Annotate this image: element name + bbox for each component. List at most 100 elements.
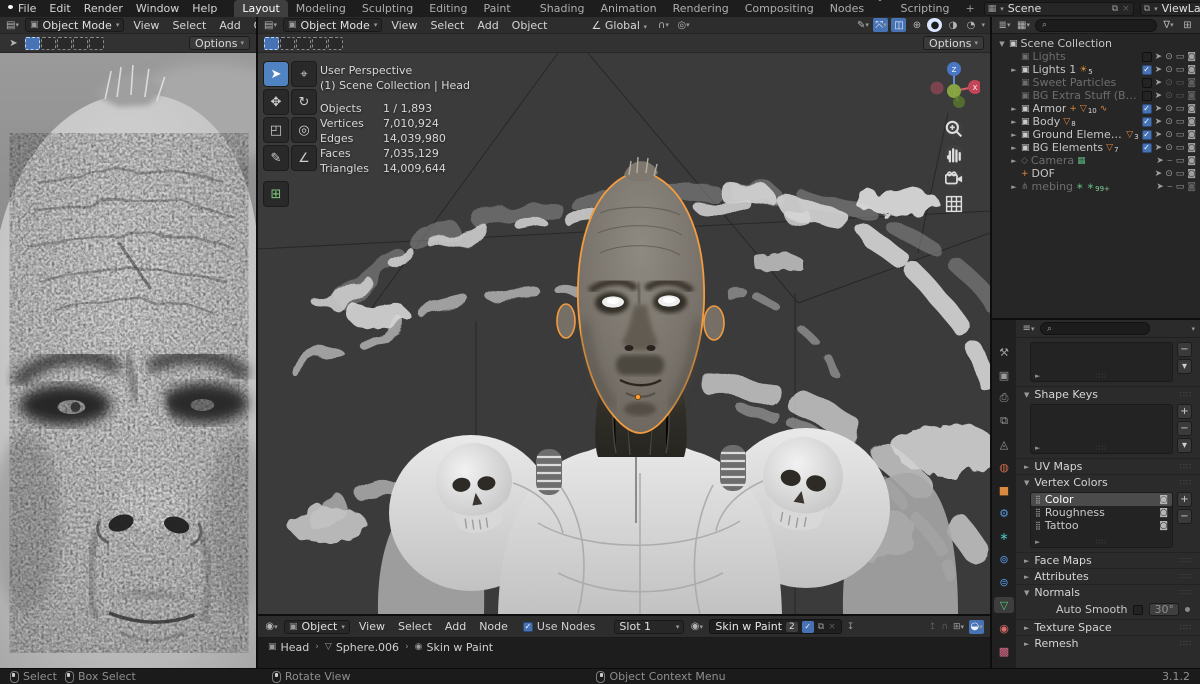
selectable-icon[interactable]: ➤ — [1156, 182, 1164, 192]
tab-material[interactable]: ◉ — [994, 620, 1014, 636]
disable-render-icon[interactable]: ◙ — [1187, 104, 1196, 114]
hide-eye-icon[interactable]: ⊙ — [1165, 117, 1173, 127]
tab-texture-paint[interactable]: Texture Paint — [476, 0, 532, 17]
select-mode-invert[interactable] — [312, 37, 327, 50]
outliner-row-camera[interactable]: ►◇Camera ▦ ➤⌣▭◙ — [992, 154, 1200, 167]
disable-render-icon[interactable]: ◙ — [1187, 143, 1196, 153]
tool-select-box[interactable]: ➤ — [263, 61, 289, 87]
new-material-icon[interactable]: ⧉ — [818, 622, 824, 632]
disable-viewport-icon[interactable]: ▭ — [1176, 130, 1185, 140]
specials-menu-button[interactable]: ▾ — [1177, 359, 1192, 374]
outliner-row-body[interactable]: ►▣Body ▽8 ✓➤⊙▭◙ — [992, 115, 1200, 128]
editor-type-icon[interactable]: ≣▾ — [997, 18, 1012, 32]
menu-help[interactable]: Help — [186, 2, 223, 15]
toggle-perspective-button[interactable] — [945, 195, 963, 213]
exclude-checkbox[interactable]: ✓ — [1142, 143, 1152, 153]
properties-search-input[interactable]: ⌕ — [1040, 322, 1150, 335]
tab-scripting[interactable]: Scripting — [893, 0, 958, 17]
main-menu-view[interactable]: View — [387, 19, 421, 32]
disable-render-icon[interactable]: ◙ — [1187, 182, 1196, 192]
shader-menu-view[interactable]: View — [355, 620, 389, 633]
slot-dropdown[interactable]: Slot 1▾ — [614, 620, 684, 634]
exclude-checkbox[interactable]: ✓ — [1142, 65, 1152, 75]
main-menu-select[interactable]: Select — [426, 19, 468, 32]
exclude-checkbox[interactable]: ✓ — [1142, 117, 1152, 127]
viewlayer-selector[interactable]: ⧉▾ ViewLayer ⧉ × — [1140, 2, 1200, 16]
tab-uv-editing[interactable]: UV Editing — [421, 0, 475, 17]
selectable-icon[interactable]: ➤ — [1155, 130, 1163, 140]
selectable-icon[interactable]: ➤ — [1155, 143, 1163, 153]
new-scene-icon[interactable]: ⧉ — [1112, 4, 1118, 14]
snap-magnet-icon[interactable]: ∩▾ — [656, 18, 671, 32]
tab-object-data[interactable]: ▽ — [994, 597, 1014, 613]
disable-viewport-icon[interactable]: ▭ — [1176, 52, 1185, 62]
editor-type-icon[interactable]: ≡▾ — [1021, 322, 1036, 336]
left-menu-select[interactable]: Select — [168, 19, 210, 32]
shader-menu-select[interactable]: Select — [394, 620, 436, 633]
tab-modeling[interactable]: Modeling — [288, 0, 354, 17]
selectable-icon[interactable]: ➤ — [1155, 104, 1163, 114]
selectable-icon[interactable]: ➤ — [1155, 117, 1163, 127]
outliner-row-mebing[interactable]: ►⋔mebing ∗∗99+ ➤⌣▭◙ — [992, 180, 1200, 193]
shader-menu-add[interactable]: Add — [441, 620, 470, 633]
tab-modifiers[interactable]: ⚙ — [994, 505, 1014, 521]
disable-viewport-icon[interactable]: ▭ — [1176, 104, 1185, 114]
left-menu-object[interactable]: Object — [250, 19, 256, 32]
tab-sculpting[interactable]: Sculpting — [354, 0, 421, 17]
render-camera-icon[interactable]: ◙ — [1159, 508, 1168, 518]
tweak-tool-icon[interactable]: ➤ — [6, 36, 21, 50]
left-menu-view[interactable]: View — [129, 19, 163, 32]
show-gizmo-icon[interactable]: ✎▾ — [855, 18, 870, 32]
select-mode-new[interactable] — [264, 37, 279, 50]
vertex-color-row-roughness[interactable]: ⣿Roughness ◙ — [1031, 506, 1172, 519]
outliner-search-input[interactable]: ⌕ — [1035, 19, 1157, 32]
tab-geometry-nodes[interactable]: Geometry Nodes — [822, 0, 893, 17]
outliner-row-armor[interactable]: ►▣Armor +▽10∿ ✓➤⊙▭◙ — [992, 102, 1200, 115]
disable-viewport-icon[interactable]: ▭ — [1176, 117, 1185, 127]
disable-viewport-icon[interactable]: ▭ — [1176, 182, 1185, 192]
selectable-icon[interactable]: ➤ — [1155, 52, 1163, 62]
outliner-row-lights-1[interactable]: ►▣Lights 1 ☀5 ✓➤⊙▭◙ — [992, 63, 1200, 76]
disable-viewport-icon[interactable]: ▭ — [1176, 156, 1185, 166]
disable-render-icon[interactable]: ◙ — [1187, 117, 1196, 127]
specials-menu-button[interactable]: ▾ — [1177, 438, 1192, 453]
proportional-edit-icon[interactable]: ◎▾ — [676, 18, 691, 32]
pin-icon[interactable]: ↧ — [847, 622, 855, 632]
main-options-dropdown[interactable]: Options▾ — [923, 36, 984, 50]
selectable-icon[interactable]: ➤ — [1155, 78, 1163, 88]
tool-annotate[interactable]: ✎ — [263, 145, 289, 171]
shape-keys-list[interactable]: ►∷∷ — [1030, 404, 1173, 454]
material-users-count[interactable]: 2 — [786, 622, 798, 632]
disable-render-icon[interactable]: ◙ — [1187, 130, 1196, 140]
disable-viewport-icon[interactable]: ▭ — [1176, 65, 1185, 75]
tab-constraints[interactable]: ⊜ — [994, 574, 1014, 590]
disable-render-icon[interactable]: ◙ — [1187, 91, 1196, 101]
tab-shading[interactable]: Shading — [532, 0, 593, 17]
tab-scene[interactable]: ◬ — [994, 436, 1014, 452]
tab-layout[interactable]: Layout — [234, 0, 287, 17]
main-viewport-canvas[interactable]: User Perspective (1) Scene Collection | … — [258, 53, 990, 614]
render-camera-icon[interactable]: ◙ — [1159, 521, 1168, 531]
tool-add-cube[interactable]: ⊞ — [263, 181, 289, 207]
outliner-row-sweet-particles[interactable]: ▣Sweet Particles ➤⊙▭◙ — [992, 76, 1200, 89]
exclude-checkbox[interactable] — [1142, 78, 1152, 88]
shading-rendered-icon[interactable]: ◔ — [963, 18, 978, 32]
unlink-material-icon[interactable]: × — [828, 622, 836, 632]
exclude-checkbox[interactable]: ✓ — [1142, 104, 1152, 114]
tab-texture[interactable]: ▩ — [994, 643, 1014, 659]
vertex-groups-list[interactable]: ►∷∷ — [1030, 342, 1173, 382]
material-name-field[interactable]: Skin w Paint 2 ✓ ⧉ × — [709, 619, 841, 634]
parent-up-icon[interactable]: ↥ — [929, 622, 937, 632]
outliner-row-lights[interactable]: ▣Lights ➤⊙▭◙ — [992, 50, 1200, 63]
tool-cursor[interactable]: ⌖ — [291, 61, 317, 87]
select-mode-new[interactable] — [25, 37, 40, 50]
tab-compositing[interactable]: Compositing — [737, 0, 822, 17]
disable-viewport-icon[interactable]: ▭ — [1176, 78, 1185, 88]
disable-viewport-icon[interactable]: ▭ — [1176, 143, 1185, 153]
unlink-scene-icon[interactable]: × — [1122, 4, 1130, 14]
main-menu-object[interactable]: Object — [508, 19, 552, 32]
select-mode-subtract[interactable] — [296, 37, 311, 50]
outliner-row-scene-collection[interactable]: ▼▣ Scene Collection — [992, 37, 1200, 50]
panel-remesh[interactable]: ►Remesh∷∷ — [1016, 635, 1200, 651]
selectable-icon[interactable]: ➤ — [1155, 169, 1163, 179]
